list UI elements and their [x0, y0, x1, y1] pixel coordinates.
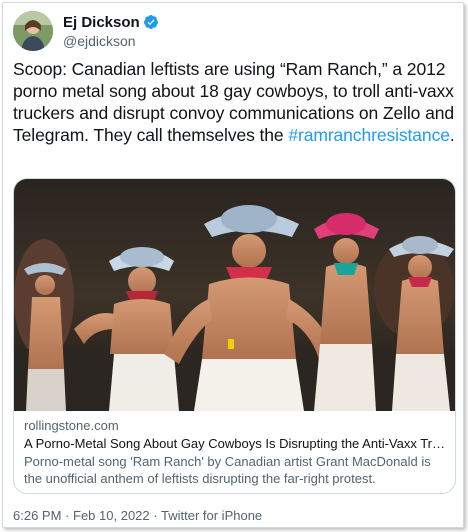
display-name-row: Ej Dickson	[63, 13, 159, 31]
tweet-timestamp-row: 6:26 PM · Feb 10, 2022 · Twitter for iPh…	[13, 508, 262, 523]
hashtag-link[interactable]: #ramranchresistance	[288, 125, 450, 145]
tweet-source[interactable]: Twitter for iPhone	[161, 508, 262, 523]
link-preview-image[interactable]	[14, 179, 455, 411]
tweet-header: Ej Dickson @ejdickson	[13, 11, 453, 51]
author-names: Ej Dickson @ejdickson	[63, 13, 159, 49]
separator-dot: ·	[65, 508, 70, 523]
link-preview-meta: rollingstone.com A Porno-Metal Song Abou…	[24, 417, 449, 487]
verified-badge-icon	[143, 14, 159, 30]
link-title[interactable]: A Porno-Metal Song About Gay Cowboys Is …	[24, 435, 449, 453]
link-description: Porno-metal song 'Ram Ranch' by Canadian…	[24, 454, 431, 486]
separator-dot: ·	[153, 508, 158, 523]
tweet-date[interactable]: Feb 10, 2022	[73, 508, 150, 523]
avatar[interactable]	[13, 11, 53, 51]
tweet-text-end: .	[449, 125, 455, 145]
tweet-time[interactable]: 6:26 PM	[13, 508, 61, 523]
display-name[interactable]: Ej Dickson	[63, 14, 140, 31]
link-preview-card[interactable]: rollingstone.com A Porno-Metal Song Abou…	[13, 178, 456, 494]
link-domain: rollingstone.com	[24, 418, 119, 433]
tweet-card: Ej Dickson @ejdickson Scoop: Canadian le…	[2, 2, 464, 528]
tweet-text: Scoop: Canadian leftists are using “Ram …	[13, 58, 458, 146]
handle[interactable]: @ejdickson	[63, 33, 159, 49]
